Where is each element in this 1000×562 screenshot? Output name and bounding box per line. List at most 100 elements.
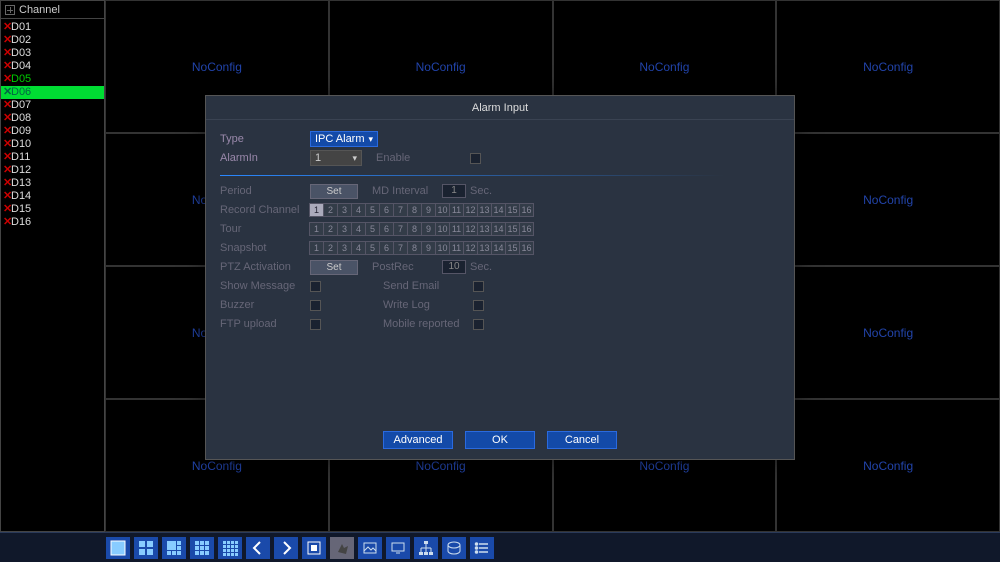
view9-icon[interactable] bbox=[190, 537, 214, 559]
channel-item-d01[interactable]: ✕D01 bbox=[1, 21, 104, 34]
channel-item-d07[interactable]: ✕D07 bbox=[1, 99, 104, 112]
channel-item-d11[interactable]: ✕D11 bbox=[1, 151, 104, 164]
channel-num-8[interactable]: 8 bbox=[407, 241, 422, 255]
channel-num-13[interactable]: 13 bbox=[477, 203, 492, 217]
channel-num-7[interactable]: 7 bbox=[393, 241, 408, 255]
channel-num-10[interactable]: 10 bbox=[435, 203, 450, 217]
channel-num-5[interactable]: 5 bbox=[365, 222, 380, 236]
channel-num-11[interactable]: 11 bbox=[449, 203, 464, 217]
channel-num-10[interactable]: 10 bbox=[435, 241, 450, 255]
channel-num-12[interactable]: 12 bbox=[463, 222, 478, 236]
view16-icon[interactable] bbox=[218, 537, 242, 559]
grid-cell[interactable]: NoConfig bbox=[776, 133, 1000, 266]
channel-num-9[interactable]: 9 bbox=[421, 203, 436, 217]
grid-cell[interactable]: NoConfig bbox=[776, 266, 1000, 399]
channel-item-d08[interactable]: ✕D08 bbox=[1, 112, 104, 125]
channel-item-d02[interactable]: ✕D02 bbox=[1, 34, 104, 47]
view8-icon[interactable] bbox=[162, 537, 186, 559]
channel-num-11[interactable]: 11 bbox=[449, 222, 464, 236]
image-icon[interactable] bbox=[358, 537, 382, 559]
snapshot-grid[interactable]: 12345678910111213141516 bbox=[310, 241, 534, 255]
write-log-checkbox[interactable] bbox=[473, 300, 484, 311]
channel-item-d13[interactable]: ✕D13 bbox=[1, 177, 104, 190]
channel-num-12[interactable]: 12 bbox=[463, 203, 478, 217]
ftp-upload-checkbox[interactable] bbox=[310, 319, 321, 330]
channel-item-d12[interactable]: ✕D12 bbox=[1, 164, 104, 177]
view1-icon[interactable] bbox=[106, 537, 130, 559]
fullscreen-icon[interactable] bbox=[302, 537, 326, 559]
ok-button[interactable]: OK bbox=[465, 431, 535, 449]
channel-item-d14[interactable]: ✕D14 bbox=[1, 190, 104, 203]
channel-num-9[interactable]: 9 bbox=[421, 241, 436, 255]
channel-num-9[interactable]: 9 bbox=[421, 222, 436, 236]
channel-item-d04[interactable]: ✕D04 bbox=[1, 60, 104, 73]
channel-item-d16[interactable]: ✕D16 bbox=[1, 216, 104, 229]
network-icon[interactable] bbox=[414, 537, 438, 559]
channel-num-8[interactable]: 8 bbox=[407, 222, 422, 236]
enable-checkbox[interactable] bbox=[470, 153, 481, 164]
channel-num-6[interactable]: 6 bbox=[379, 241, 394, 255]
ptz-set-button[interactable]: Set bbox=[310, 260, 358, 275]
channel-item-d09[interactable]: ✕D09 bbox=[1, 125, 104, 138]
channel-num-14[interactable]: 14 bbox=[491, 222, 506, 236]
postrec-input[interactable]: 10 bbox=[442, 260, 466, 274]
show-message-checkbox[interactable] bbox=[310, 281, 321, 292]
channel-num-13[interactable]: 13 bbox=[477, 241, 492, 255]
prev-icon[interactable] bbox=[246, 537, 270, 559]
channel-num-3[interactable]: 3 bbox=[337, 203, 352, 217]
channel-num-1[interactable]: 1 bbox=[309, 241, 324, 255]
channel-item-d15[interactable]: ✕D15 bbox=[1, 203, 104, 216]
channel-num-12[interactable]: 12 bbox=[463, 241, 478, 255]
channel-num-10[interactable]: 10 bbox=[435, 222, 450, 236]
channel-num-15[interactable]: 15 bbox=[505, 241, 520, 255]
channel-num-13[interactable]: 13 bbox=[477, 222, 492, 236]
channel-num-3[interactable]: 3 bbox=[337, 241, 352, 255]
channel-num-2[interactable]: 2 bbox=[323, 222, 338, 236]
channel-item-d03[interactable]: ✕D03 bbox=[1, 47, 104, 60]
buzzer-checkbox[interactable] bbox=[310, 300, 321, 311]
view4-icon[interactable] bbox=[134, 537, 158, 559]
channel-num-16[interactable]: 16 bbox=[519, 203, 534, 217]
cancel-button[interactable]: Cancel bbox=[547, 431, 617, 449]
channel-num-14[interactable]: 14 bbox=[491, 241, 506, 255]
next-icon[interactable] bbox=[274, 537, 298, 559]
channel-num-2[interactable]: 2 bbox=[323, 241, 338, 255]
channel-num-6[interactable]: 6 bbox=[379, 203, 394, 217]
channel-num-16[interactable]: 16 bbox=[519, 241, 534, 255]
list-icon[interactable] bbox=[470, 537, 494, 559]
ptz-icon[interactable] bbox=[330, 537, 354, 559]
channel-num-3[interactable]: 3 bbox=[337, 222, 352, 236]
channel-num-8[interactable]: 8 bbox=[407, 203, 422, 217]
alarmin-dropdown[interactable]: 1 ▾ bbox=[310, 150, 362, 166]
monitor-icon[interactable] bbox=[386, 537, 410, 559]
channel-num-15[interactable]: 15 bbox=[505, 222, 520, 236]
grid-cell[interactable]: NoConfig bbox=[776, 399, 1000, 532]
mdinterval-input[interactable]: 1 bbox=[442, 184, 466, 198]
channel-num-1[interactable]: 1 bbox=[309, 222, 324, 236]
period-set-button[interactable]: Set bbox=[310, 184, 358, 199]
channel-item-d05[interactable]: ✕D05 bbox=[1, 73, 104, 86]
channel-num-2[interactable]: 2 bbox=[323, 203, 338, 217]
disk-icon[interactable] bbox=[442, 537, 466, 559]
channel-num-4[interactable]: 4 bbox=[351, 241, 366, 255]
channel-num-7[interactable]: 7 bbox=[393, 222, 408, 236]
grid-cell[interactable]: NoConfig bbox=[776, 0, 1000, 133]
record-channel-grid[interactable]: 12345678910111213141516 bbox=[310, 203, 534, 217]
advanced-button[interactable]: Advanced bbox=[383, 431, 453, 449]
channel-num-4[interactable]: 4 bbox=[351, 203, 366, 217]
channel-num-5[interactable]: 5 bbox=[365, 203, 380, 217]
channel-num-11[interactable]: 11 bbox=[449, 241, 464, 255]
channel-num-6[interactable]: 6 bbox=[379, 222, 394, 236]
mobile-reported-checkbox[interactable] bbox=[473, 319, 484, 330]
channel-num-7[interactable]: 7 bbox=[393, 203, 408, 217]
channel-num-16[interactable]: 16 bbox=[519, 222, 534, 236]
channel-num-5[interactable]: 5 bbox=[365, 241, 380, 255]
channel-num-14[interactable]: 14 bbox=[491, 203, 506, 217]
tour-grid[interactable]: 12345678910111213141516 bbox=[310, 222, 534, 236]
send-email-checkbox[interactable] bbox=[473, 281, 484, 292]
type-dropdown[interactable]: IPC Alarm ▾ bbox=[310, 131, 378, 147]
channel-item-d06[interactable]: ✕D06 bbox=[1, 86, 104, 99]
channel-num-4[interactable]: 4 bbox=[351, 222, 366, 236]
channel-num-15[interactable]: 15 bbox=[505, 203, 520, 217]
channel-num-1[interactable]: 1 bbox=[309, 203, 324, 217]
